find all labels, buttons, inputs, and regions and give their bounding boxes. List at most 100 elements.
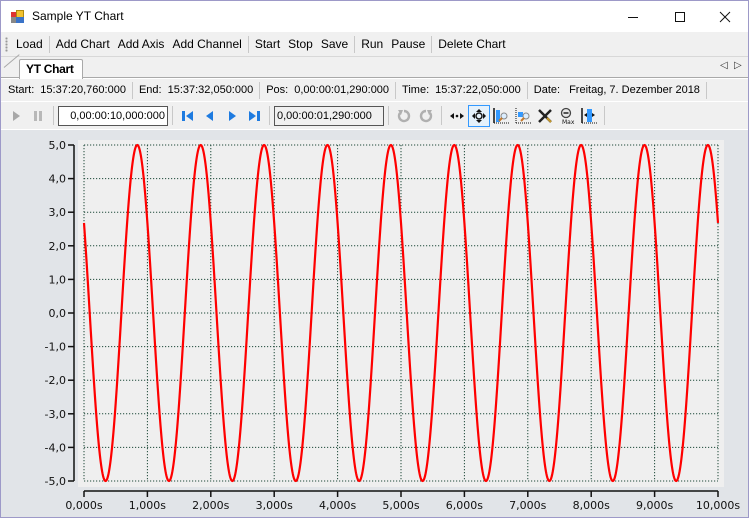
horizontal-pan-button[interactable] [446, 105, 468, 127]
divider [172, 106, 173, 125]
y-tick-label: 1,0 [49, 273, 67, 286]
first-button[interactable] [177, 105, 199, 127]
reset-zoom-button[interactable] [534, 105, 556, 127]
y-tick-label: -5,0 [45, 475, 66, 488]
y-tick-label: -4,0 [45, 441, 66, 454]
tab-scroll-left-icon[interactable]: ◁ [720, 60, 728, 71]
x-axis: 0,000s 1,000s 2,000s 3,000s 4,000s 5,000s 6,00… [65, 490, 740, 512]
x-tick-label: 7,000s [509, 499, 546, 512]
play-button[interactable] [5, 105, 27, 127]
zoom-max-button[interactable]: Max [556, 105, 578, 127]
tab-strip: YT Chart ◁ ▷ [1, 54, 748, 79]
toolbar-separator [354, 35, 356, 53]
y-tick-label: 3,0 [49, 206, 67, 219]
toolbar-stop-button[interactable]: Stop [284, 34, 317, 54]
fit-button[interactable] [578, 105, 600, 127]
toolbar-load-button[interactable]: Load [12, 34, 47, 54]
y-tick-label: 2,0 [49, 240, 67, 253]
toolbar-run-button[interactable]: Run [357, 34, 387, 54]
divider [53, 106, 54, 125]
undo-button[interactable] [393, 105, 415, 127]
y-tick-label: -3,0 [45, 408, 66, 421]
app-icon [11, 10, 25, 23]
pos-label: Pos: [266, 84, 289, 96]
divider [441, 106, 442, 125]
divider [705, 81, 707, 99]
pos-value: 0,00:00:01,290:000 [294, 84, 390, 96]
redo-button[interactable] [415, 105, 437, 127]
main-toolbar: Load Add Chart Add Axis Add Channel Start Sto… [1, 32, 748, 57]
tab-edge [3, 54, 20, 68]
step-forward-icon [229, 110, 236, 121]
info-bar: Start: 15:37:20,760:000 End: 15:37:32,05… [1, 79, 748, 101]
chart-panel: 5,0 4,0 3,0 2,0 1,0 0,0 -1,0 -2,0 -3,0 -4,0 -5,0 0… [1, 130, 748, 517]
date-label: Date: [533, 84, 561, 96]
app-window: Sample YT Chart Load Add Chart Add Axis Add… [0, 0, 749, 518]
timespan-field[interactable]: 0,00:00:10,000:000 [58, 105, 168, 126]
divider [604, 106, 605, 125]
toolbar-separator [431, 35, 433, 53]
close-button[interactable] [702, 1, 748, 32]
x-tick-label: 4,000s [319, 499, 356, 512]
start-label: Start: [8, 84, 35, 96]
control-bar: 0,00:00:10,000:000 0,00:00:01,290:000 Ma… [1, 102, 748, 129]
maximize-icon [675, 11, 685, 22]
yt-chart[interactable]: 5,0 4,0 3,0 2,0 1,0 0,0 -1,0 -2,0 -3,0 -4,0 -5,0 0… [1, 130, 748, 517]
time-info: Time: 15:37:22,050:000 [396, 81, 527, 99]
zoom-x-axis-icon [515, 107, 531, 123]
toolbar-add-chart-button[interactable]: Add Chart [52, 34, 114, 54]
step-back-icon [206, 110, 213, 121]
toolbar-separator [48, 35, 50, 53]
time-value: 15:37:22,050:000 [435, 84, 521, 96]
fit-to-view-icon [581, 107, 597, 123]
toolbar-delete-chart-button[interactable]: Delete Chart [434, 34, 509, 54]
divider [388, 106, 389, 125]
zoom-y-axis-icon [493, 107, 509, 123]
window-title: Sample YT Chart [32, 9, 124, 23]
x-tick-label: 10,000s [696, 499, 740, 512]
x-tick-label: 8,000s [573, 499, 610, 512]
toolbar-start-button[interactable]: Start [251, 34, 284, 54]
x-tick-label: 9,000s [636, 499, 673, 512]
x-tick-label: 3,000s [256, 499, 293, 512]
y-axis: 5,0 4,0 3,0 2,0 1,0 0,0 -1,0 -2,0 -3,0 -4,0 -5,0 [45, 139, 75, 488]
end-label: End: [138, 84, 162, 96]
zoom-y-button[interactable] [490, 105, 512, 127]
close-icon [719, 11, 731, 22]
date-value: Freitag, 7. Dezember 2018 [569, 84, 700, 96]
toolbar-add-channel-button[interactable]: Add Channel [168, 34, 245, 54]
skip-to-end-icon [249, 110, 260, 121]
position-field[interactable]: 0,00:00:01,290:000 [274, 105, 384, 126]
pause-icon [34, 110, 42, 121]
horizontal-arrows-icon [450, 112, 464, 119]
pos-info: Pos: 0,00:00:01,290:000 [260, 81, 395, 99]
last-button[interactable] [243, 105, 265, 127]
y-tick-label: 0,0 [49, 307, 67, 320]
y-tick-label: 5,0 [49, 139, 67, 152]
start-info: Start: 15:37:20,760:000 [1, 81, 132, 99]
toolbar-grip[interactable] [5, 36, 8, 52]
tab-yt-chart[interactable]: YT Chart [19, 59, 83, 79]
previous-button[interactable] [199, 105, 221, 127]
redo-icon [419, 109, 433, 122]
undo-icon [397, 109, 411, 122]
x-tick-label: 5,000s [382, 499, 419, 512]
tab-scroll-right-icon[interactable]: ▷ [734, 60, 742, 71]
y-tick-label: 4,0 [49, 173, 67, 186]
pan-button[interactable] [468, 104, 490, 127]
x-tick-label: 0,000s [65, 499, 102, 512]
toolbar-separator [247, 35, 249, 53]
toolbar-pause-button[interactable]: Pause [387, 34, 429, 54]
zoom-max-icon: Max [560, 107, 575, 125]
minimize-button[interactable] [610, 1, 656, 32]
toolbar-save-button[interactable]: Save [317, 34, 352, 54]
next-button[interactable] [221, 105, 243, 127]
toolbar-add-axis-button[interactable]: Add Axis [114, 34, 169, 54]
crossed-tools-icon [538, 108, 552, 123]
maximize-button[interactable] [657, 1, 703, 32]
minimize-icon [628, 16, 638, 18]
pause-button[interactable] [27, 105, 49, 127]
start-value: 15:37:20,760:000 [40, 84, 126, 96]
zoom-x-button[interactable] [512, 105, 534, 127]
time-label: Time: [402, 84, 430, 96]
